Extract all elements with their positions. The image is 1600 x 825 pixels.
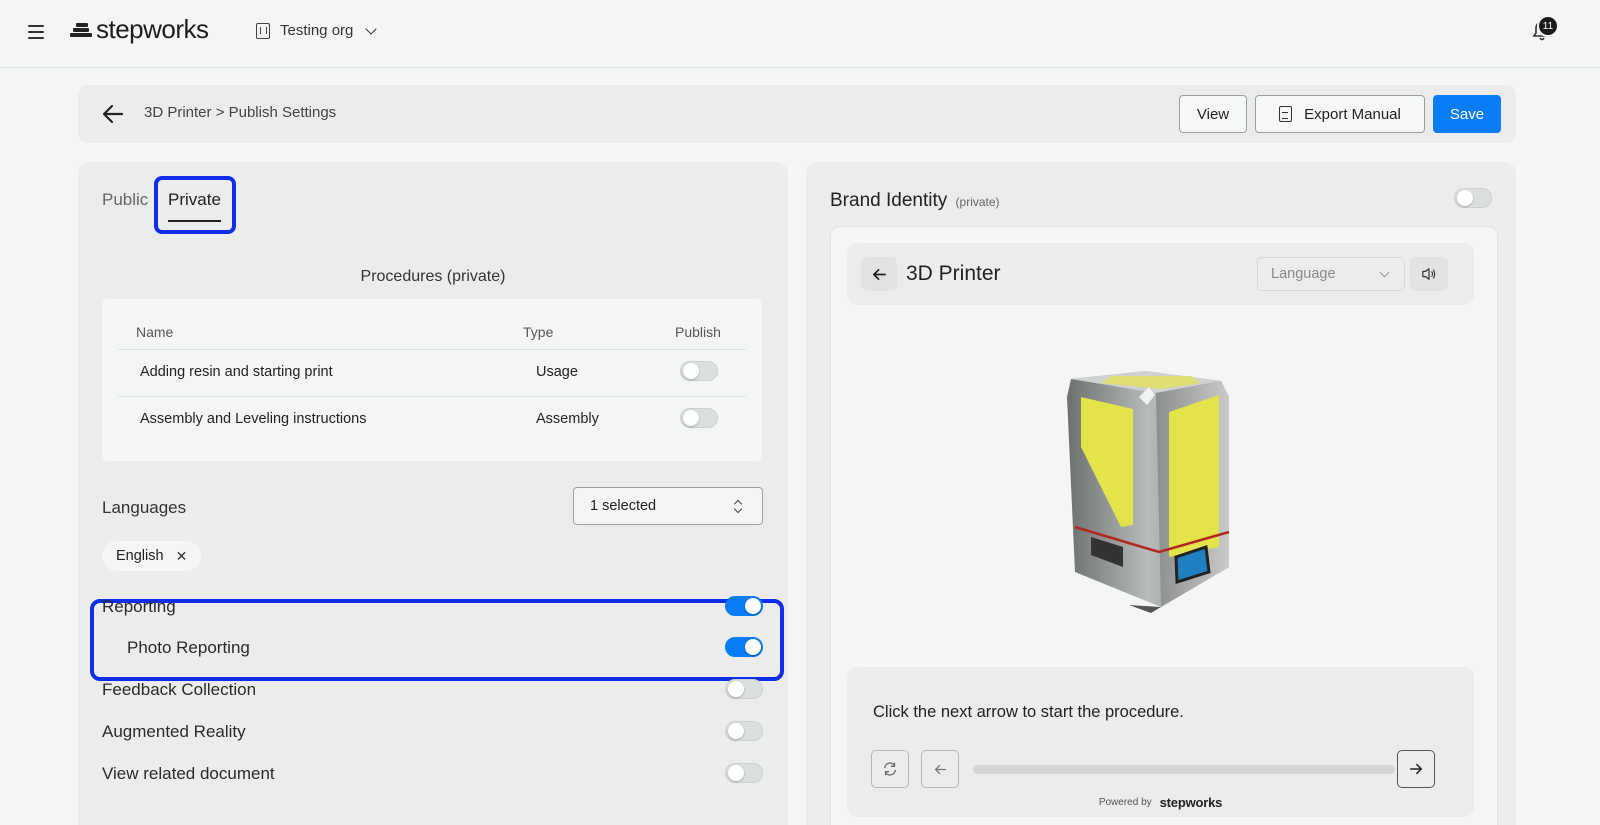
manual-preview: 3D Printer Language Click the next arrow… bbox=[830, 226, 1498, 825]
reporting-label: Reporting bbox=[102, 597, 176, 616]
previous-button[interactable] bbox=[921, 750, 959, 788]
procedure-type: Assembly bbox=[536, 411, 599, 427]
preview-header: 3D Printer Language bbox=[847, 243, 1474, 305]
powered-by: Powered by stepworks bbox=[847, 795, 1474, 810]
breadcrumb: 3D Printer > Publish Settings bbox=[144, 104, 337, 121]
restart-button[interactable] bbox=[871, 750, 909, 788]
language-chip: English ✕ bbox=[102, 541, 202, 571]
brand-identity-panel: Brand Identity (private) 3D Printer Lang… bbox=[806, 162, 1516, 825]
brand-identity-label: Brand Identity bbox=[830, 190, 948, 211]
chevron-down-icon bbox=[1379, 267, 1390, 278]
view-related-document-toggle[interactable] bbox=[725, 763, 763, 783]
language-select-placeholder: Language bbox=[1271, 266, 1336, 282]
procedures-table: Name Type Publish Adding resin and start… bbox=[102, 299, 762, 461]
augmented-reality-toggle[interactable] bbox=[725, 721, 763, 741]
preview-title: 3D Printer bbox=[906, 262, 1001, 285]
3d-printer-model[interactable] bbox=[1051, 367, 1241, 617]
photo-reporting-toggle[interactable] bbox=[725, 637, 763, 657]
procedure-name: Adding resin and starting print bbox=[140, 364, 333, 380]
preview-back-button[interactable] bbox=[861, 257, 897, 291]
speaker-icon[interactable] bbox=[1410, 257, 1448, 291]
progress-bar bbox=[973, 765, 1395, 774]
arrow-left-icon bbox=[934, 764, 946, 774]
org-selector[interactable]: Testing org bbox=[256, 22, 378, 39]
feedback-collection-toggle[interactable] bbox=[725, 679, 763, 699]
column-header-type: Type bbox=[523, 324, 554, 340]
tab-public[interactable]: Public bbox=[102, 190, 148, 210]
next-button[interactable] bbox=[1397, 750, 1435, 788]
document-icon bbox=[1279, 106, 1293, 122]
publish-toggle[interactable] bbox=[680, 361, 718, 381]
refresh-icon bbox=[884, 762, 896, 776]
brand-identity-title: Brand Identity (private) bbox=[830, 190, 1000, 212]
brand-identity-toggle[interactable] bbox=[1454, 188, 1492, 208]
preview-instruction: Click the next arrow to start the proced… bbox=[873, 703, 1184, 721]
preview-footer: Click the next arrow to start the proced… bbox=[847, 667, 1474, 817]
logo[interactable]: stepworks bbox=[70, 14, 209, 45]
export-manual-button[interactable]: Export Manual bbox=[1255, 95, 1425, 133]
languages-select[interactable]: 1 selected bbox=[573, 487, 763, 525]
arrow-left-icon bbox=[872, 268, 886, 280]
brand-name: stepworks bbox=[96, 14, 209, 44]
tab-private[interactable]: Private bbox=[168, 190, 221, 222]
reporting-toggle[interactable] bbox=[725, 596, 763, 616]
procedures-title: Procedures (private) bbox=[360, 268, 506, 285]
photo-reporting-label: Photo Reporting bbox=[127, 638, 250, 657]
remove-icon[interactable]: ✕ bbox=[176, 548, 188, 565]
divider bbox=[118, 396, 746, 397]
chevron-down-icon bbox=[365, 22, 378, 35]
back-arrow-icon[interactable] bbox=[102, 103, 124, 125]
save-button[interactable]: Save bbox=[1433, 95, 1501, 133]
view-button[interactable]: View bbox=[1179, 95, 1247, 133]
export-manual-label: Export Manual bbox=[1304, 105, 1401, 123]
languages-label: Languages bbox=[102, 498, 187, 517]
stepworks-logo-icon bbox=[70, 21, 92, 39]
procedure-name: Assembly and Leveling instructions bbox=[140, 411, 367, 427]
brand-identity-subtitle: (private) bbox=[955, 195, 1000, 209]
divider bbox=[118, 349, 746, 350]
view-related-document-label: View related document bbox=[102, 764, 275, 783]
powered-by-brand: stepworks bbox=[1159, 795, 1223, 810]
augmented-reality-label: Augmented Reality bbox=[102, 722, 246, 741]
chevron-up-down-icon bbox=[734, 500, 742, 514]
publish-toggle[interactable] bbox=[680, 408, 718, 428]
page-header: 3D Printer > Publish Settings View Expor… bbox=[78, 85, 1516, 143]
feedback-collection-label: Feedback Collection bbox=[102, 680, 257, 699]
procedure-type: Usage bbox=[536, 364, 578, 380]
language-select[interactable]: Language bbox=[1257, 257, 1405, 291]
org-name: Testing org bbox=[280, 22, 354, 39]
building-icon bbox=[256, 22, 270, 39]
publish-settings-panel: Public Private Procedures (private) Name… bbox=[78, 162, 788, 825]
arrow-right-icon bbox=[1409, 763, 1423, 775]
menu-icon[interactable] bbox=[28, 25, 44, 39]
languages-select-value: 1 selected bbox=[590, 498, 657, 514]
column-header-publish: Publish bbox=[675, 324, 721, 340]
notification-badge: 11 bbox=[1537, 15, 1559, 37]
top-bar: stepworks Testing org 11 bbox=[0, 0, 1600, 68]
column-header-name: Name bbox=[136, 324, 174, 340]
language-chip-label: English bbox=[116, 548, 164, 564]
powered-by-label: Powered by bbox=[1098, 797, 1152, 808]
